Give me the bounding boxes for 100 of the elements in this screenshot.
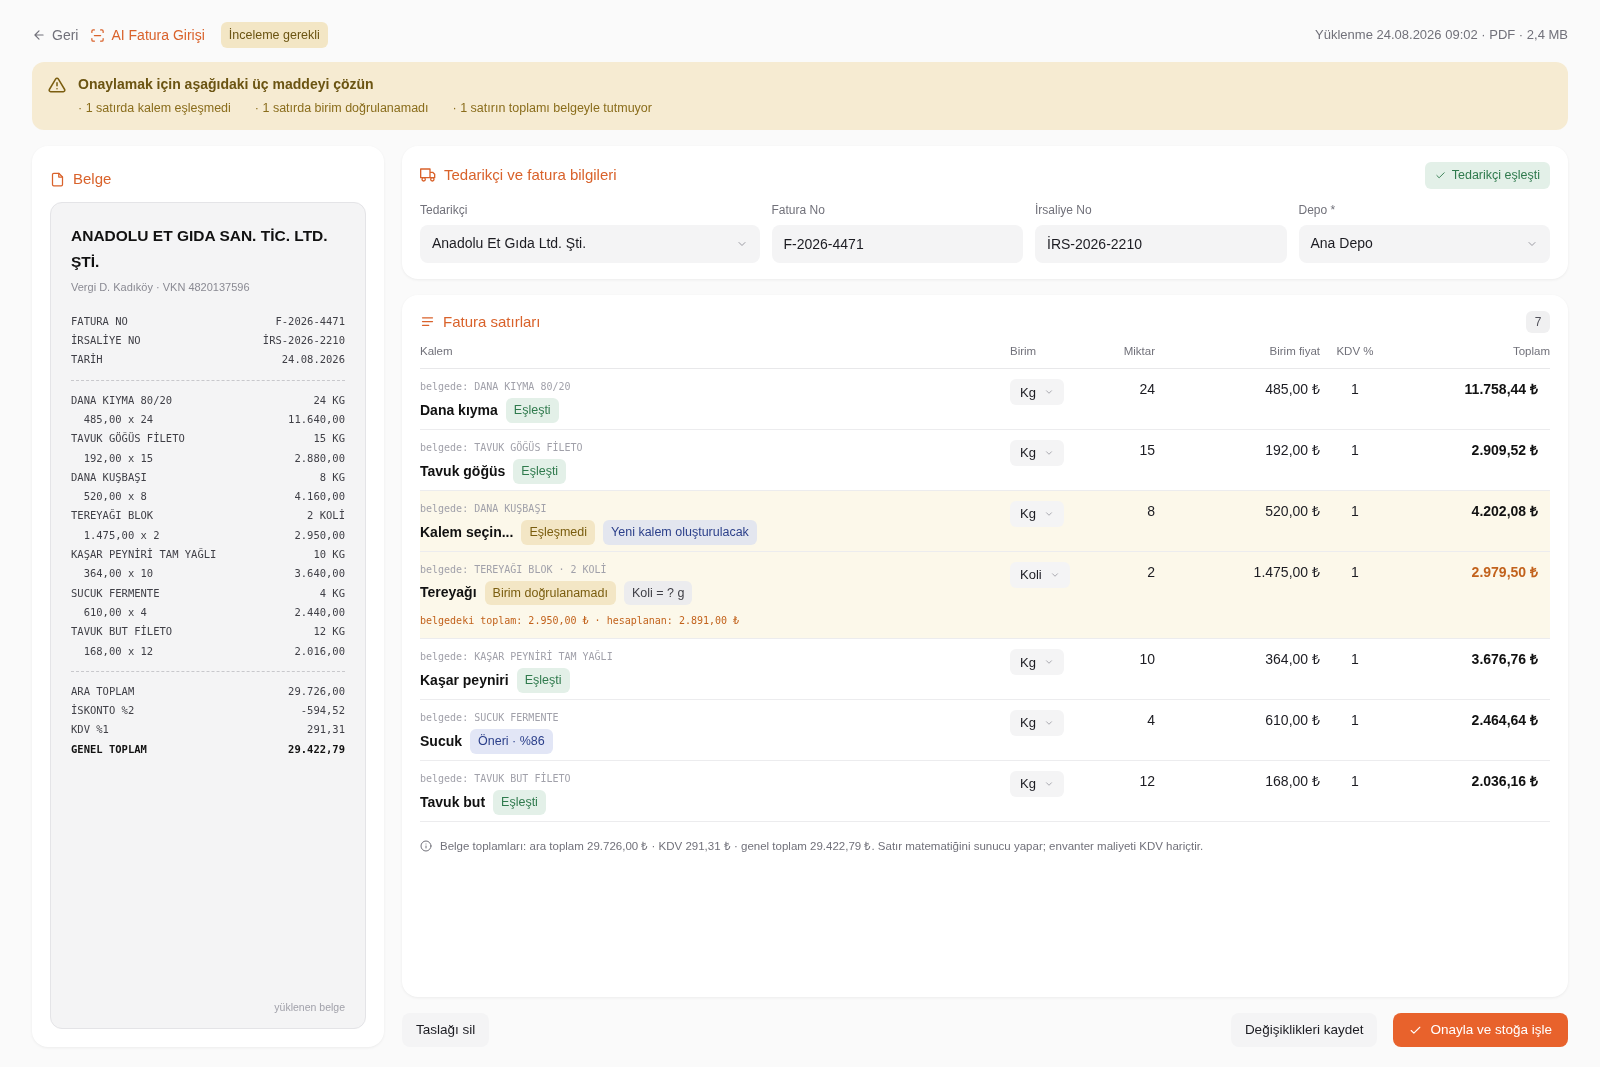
- quantity-cell-text: 2: [1146, 562, 1156, 582]
- status-tag: Öneri · %86: [470, 729, 553, 754]
- total-cell-text: 2.464,64 ₺: [1470, 711, 1539, 730]
- footnote: Belge toplamları: ara toplam 29.726,00 ₺ · KDV 291,31 ₺ · genel toplam 29.422,79 ₺. Satır matematiğini sunucu yapar; envanter maliyeti KDV hariçtir.: [440, 838, 1204, 854]
- document-value: 2 KOLİ: [307, 508, 345, 524]
- unit-dropdown[interactable]: Koli: [1010, 561, 1070, 588]
- source-text: belgede: TAVUK GÖĞÜS FİLETO: [420, 440, 584, 455]
- price-cell-text: 1.475,00 ₺: [1252, 562, 1320, 582]
- document-value: 29.422,79: [288, 741, 345, 757]
- document-text: DANA KUŞBAŞI: [71, 469, 147, 485]
- source-text: belgede: DANA KUŞBAŞI: [420, 501, 548, 516]
- vat-cell-text: 1: [1350, 771, 1360, 791]
- column-header: KDV %: [1335, 344, 1375, 359]
- unit-dropdown[interactable]: Kg: [1010, 649, 1064, 676]
- source-text: belgede: TEREYAĞI BLOK · 2 KOLİ: [420, 562, 608, 577]
- document-text: SUCUK FERMENTE: [71, 585, 160, 601]
- document-text: FATURA NO: [71, 313, 128, 329]
- card-title: Tedarikçi ve fatura bilgileri: [444, 164, 617, 185]
- document-value: 2.880,00: [294, 450, 345, 466]
- document-text: 485,00 x 24: [82, 411, 154, 427]
- unit-dropdown[interactable]: Kg: [1010, 379, 1064, 406]
- column-header: Toplam: [1511, 344, 1550, 359]
- document-value: 4.160,00: [294, 489, 345, 505]
- price-cell-text: 364,00 ₺: [1264, 650, 1320, 670]
- scan-icon: [90, 27, 106, 43]
- item-name[interactable]: Tavuk göğüs: [420, 460, 506, 482]
- field-label: Fatura No: [771, 201, 826, 219]
- total-cell-text: 2.979,50 ₺: [1470, 562, 1539, 582]
- document-value: F-2026-4471: [275, 313, 345, 329]
- status-tag: Eşleşti: [513, 459, 567, 484]
- warning-icon: [48, 76, 66, 94]
- file-icon: [50, 171, 65, 187]
- item-name[interactable]: Dana kıyma: [420, 400, 498, 422]
- item-name[interactable]: Kalem seçin...: [420, 521, 514, 543]
- chevron-down-icon: [1043, 718, 1054, 728]
- document-value: 4 KG: [319, 585, 345, 601]
- document-value: 8 KG: [319, 469, 345, 485]
- item-name[interactable]: Kaşar peyniri: [420, 670, 509, 692]
- quantity-cell-text: 10: [1138, 650, 1156, 670]
- quantity-cell-text: 12: [1138, 771, 1156, 791]
- delete-draft-button[interactable]: Taslağı sil: [402, 1013, 490, 1047]
- document-text: 364,00 x 10: [82, 566, 154, 582]
- save-button[interactable]: Değişiklikleri kaydet: [1230, 1013, 1378, 1047]
- document-value: 12 KG: [313, 624, 345, 640]
- field-label: Depo *: [1298, 201, 1337, 219]
- unit-dropdown[interactable]: Kg: [1010, 770, 1064, 797]
- vat-cell-text: 1: [1350, 441, 1360, 460]
- source-text: belgede: DANA KIYMA 80/20: [420, 380, 572, 395]
- document-text: TAVUK BUT FİLETO: [71, 624, 173, 640]
- quantity-cell-text: 4: [1146, 711, 1156, 730]
- tax-info: Vergi D. Kadıköy · VKN 4820137596: [71, 280, 251, 296]
- document-text: KDV %1: [71, 722, 109, 738]
- input-field[interactable]: F-2026-4471: [771, 224, 1023, 263]
- source-text: belgede: SUCUK FERMENTE: [420, 711, 560, 725]
- dropdown[interactable]: Anadolu Et Gıda Ltd. Şti.: [420, 224, 760, 263]
- item-name[interactable]: Tavuk but: [420, 791, 486, 813]
- unit-dropdown[interactable]: Kg: [1010, 500, 1064, 527]
- document-text: TARİH: [71, 352, 103, 368]
- total-cell-text: 2.909,52 ₺: [1470, 441, 1539, 460]
- chevron-down-icon: [1043, 448, 1054, 458]
- back-button[interactable]: Geri: [32, 24, 79, 46]
- status-tag: Eşleşti: [493, 789, 546, 815]
- status-tag: Koli = ? g: [623, 580, 693, 606]
- input-field[interactable]: İRS-2026-2210: [1035, 224, 1287, 263]
- warning-title: Onaylamak için aşağıdaki üç maddeyi çözün: [78, 75, 375, 94]
- count-badge: 7: [1526, 310, 1550, 333]
- column-header: Miktar: [1122, 344, 1156, 359]
- status-tag: Eşleşti: [505, 398, 559, 423]
- document-text: TAVUK GÖĞÜS FİLETO: [71, 431, 185, 447]
- document-value: 3.640,00: [294, 566, 345, 582]
- document-text: 192,00 x 15: [82, 450, 154, 466]
- unit-dropdown[interactable]: Kg: [1010, 440, 1064, 466]
- item-name[interactable]: Tereyağı: [420, 582, 477, 604]
- status-tag: Eşleşmedi: [521, 519, 596, 545]
- dropdown[interactable]: Ana Depo: [1298, 224, 1550, 263]
- total-cell-text: 4.202,08 ₺: [1470, 501, 1539, 521]
- document-caption: yüklenen belge: [274, 1000, 345, 1016]
- item-name[interactable]: Sucuk: [420, 730, 462, 752]
- document-value: 15 KG: [313, 431, 345, 447]
- field-label: İrsaliye No: [1035, 201, 1093, 219]
- document-text: 520,00 x 8: [82, 489, 147, 505]
- document-text: 610,00 x 4: [82, 604, 147, 620]
- document-text: İRSALİYE NO: [71, 333, 141, 349]
- document-text: 1.475,00 x 2: [82, 527, 160, 543]
- total-cell-text: 3.676,76 ₺: [1470, 650, 1539, 670]
- company-name: ANADOLU ET GIDA SAN. TİC. LTD. ŞTİ.: [71, 226, 329, 273]
- status-badge: İnceleme gerekli: [220, 21, 328, 49]
- unit-dropdown[interactable]: Kg: [1010, 710, 1064, 736]
- column-header: Birim: [1010, 344, 1038, 359]
- document-value: İRS-2026-2210: [262, 333, 345, 349]
- document-text: TEREYAĞI BLOK: [71, 508, 154, 524]
- mismatch-note: belgedeki toplam: 2.950,00 ₺ · hesaplanan: 2.891,00 ₺: [420, 614, 741, 629]
- total-cell-text: 2.036,16 ₺: [1470, 771, 1539, 791]
- document-text: GENEL TOPLAM: [71, 741, 147, 757]
- vat-cell-text: 1: [1350, 501, 1360, 521]
- document-value: 291,31: [307, 722, 345, 738]
- vat-cell-text: 1: [1350, 562, 1360, 582]
- price-cell-text: 610,00 ₺: [1264, 711, 1320, 730]
- warning-item: · 1 satırın toplamı belgeyle tutmuyor: [452, 100, 652, 117]
- document-value: 24 KG: [313, 392, 345, 408]
